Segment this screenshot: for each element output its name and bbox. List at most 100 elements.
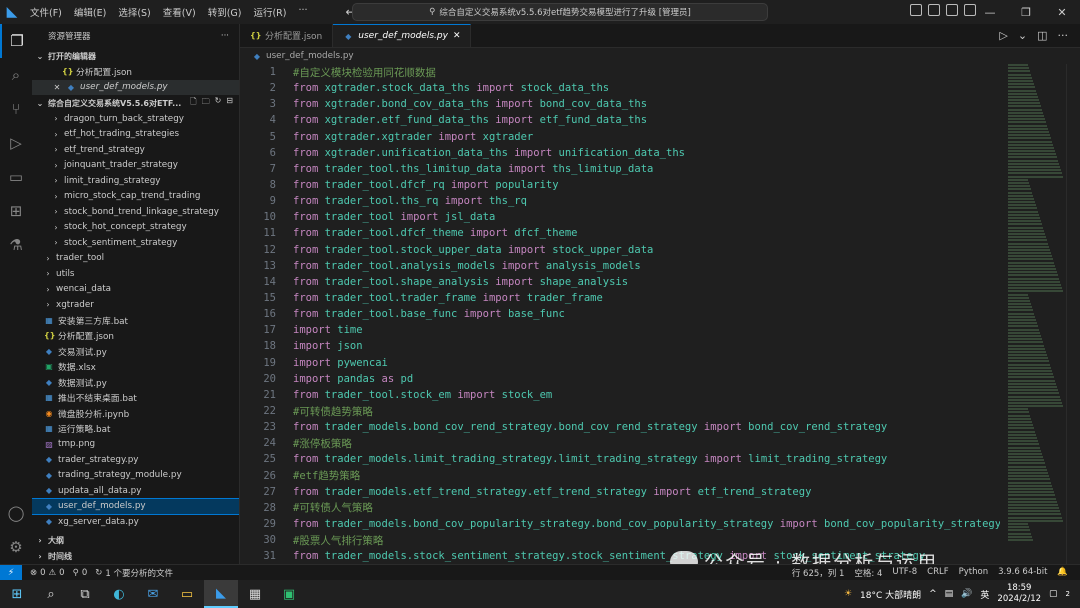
tree-file[interactable]: ◆ trader_strategy.py	[32, 452, 239, 468]
ime-indicator[interactable]: 英	[980, 588, 989, 601]
code-line[interactable]: 28 #可转债人气策略	[240, 500, 1000, 516]
language-mode[interactable]: Python	[959, 567, 988, 579]
minimize-button[interactable]: —	[972, 0, 1008, 24]
menu-edit[interactable]: 编辑(E)	[74, 5, 106, 19]
tree-file[interactable]: ◆ 交易测试.py	[32, 344, 239, 360]
remote-indicator-icon[interactable]: ⚡	[0, 564, 22, 581]
remote-explorer-icon[interactable]: ▭	[0, 160, 32, 194]
tree-folder[interactable]: › stock_bond_trend_linkage_strategy	[32, 204, 239, 220]
menu-go[interactable]: 转到(G)	[208, 5, 242, 19]
code-line[interactable]: 1 #自定义模块检验用同花顺数据	[240, 64, 1000, 80]
cursor-position[interactable]: 行 625，列 1	[792, 567, 845, 579]
menu-file[interactable]: 文件(F)	[30, 5, 62, 19]
code-line[interactable]: 16 from trader_tool.base_func import base…	[240, 306, 1000, 322]
tree-file[interactable]: ◉ 微盘股分析.ipynb	[32, 406, 239, 422]
new-file-icon[interactable]: 🗋	[190, 96, 196, 110]
more-actions-icon[interactable]: ···	[1058, 29, 1069, 42]
code-line[interactable]: 11 from trader_tool.dfcf_theme import dfc…	[240, 225, 1000, 241]
end-of-line[interactable]: CRLF	[927, 567, 948, 579]
tree-folder[interactable]: › trader_tool	[32, 251, 239, 267]
code-line[interactable]: 23 from trader_models.bond_cov_rend_strat…	[240, 419, 1000, 435]
code-line[interactable]: 2 from xgtrader.stock_data_ths import sto…	[240, 80, 1000, 96]
menu-selection[interactable]: 选择(S)	[118, 5, 150, 19]
code-line[interactable]: 24 #涨停板策略	[240, 435, 1000, 451]
tab-user-def-models[interactable]: ◆ user_def_models.py ✕	[333, 24, 472, 47]
testing-icon[interactable]: ⚗	[0, 228, 32, 262]
workspace-folder-section[interactable]: ⌄ 综合自定义交易系统V5.5.6对ETF... 🗋 🗀 ↻ ⊟	[32, 95, 239, 111]
problems-indicator[interactable]: ⊗ 0 ⚠ 0	[30, 568, 65, 578]
tree-file[interactable]: ▦ 运行策略.bat	[32, 421, 239, 437]
code-line[interactable]: 12 from trader_tool.stock_upper_data impo…	[240, 242, 1000, 258]
search-icon[interactable]: ⌕	[34, 580, 68, 608]
breadcrumb-file[interactable]: user_def_models.py	[266, 51, 354, 61]
tree-file[interactable]: ◆ trading_strategy_module.py	[32, 468, 239, 484]
open-editor-item[interactable]: ✕ ◆ user_def_models.py	[32, 79, 239, 95]
tree-folder[interactable]: › dragon_turn_back_strategy	[32, 111, 239, 127]
vscode-taskbar-icon[interactable]: ◣	[204, 580, 238, 608]
code-line[interactable]: 25 from trader_models.limit_trading_strat…	[240, 451, 1000, 467]
minimap[interactable]	[1008, 64, 1064, 564]
menu-view[interactable]: 查看(V)	[163, 5, 196, 19]
maximize-button[interactable]: ❐	[1008, 0, 1044, 24]
tree-folder[interactable]: › etf_trend_strategy	[32, 142, 239, 158]
tree-file[interactable]: ▨ tmp.png	[32, 437, 239, 453]
extensions-icon[interactable]: ⊞	[0, 194, 32, 228]
encoding[interactable]: UTF-8	[892, 567, 917, 579]
windows-start-icon[interactable]: ⊞	[0, 580, 34, 608]
close-icon[interactable]: ✕	[52, 83, 62, 92]
toggle-panel-icon[interactable]	[928, 4, 940, 16]
account-icon[interactable]: ◯	[0, 496, 32, 530]
tree-folder[interactable]: › etf_hot_trading_strategies	[32, 127, 239, 143]
code-line[interactable]: 4 from xgtrader.etf_fund_data_ths import …	[240, 112, 1000, 128]
code-line[interactable]: 5 from xgtrader.xgtrader import xgtrader	[240, 129, 1000, 145]
timeline-section[interactable]: › 时间线	[32, 548, 239, 564]
vertical-scrollbar[interactable]	[1066, 64, 1080, 564]
code-line[interactable]: 26 #etf趋势策略	[240, 468, 1000, 484]
tab-analysis-config[interactable]: {} 分析配置.json	[240, 24, 334, 47]
volume-icon[interactable]: 🔊	[961, 589, 972, 599]
mail-icon[interactable]: ✉	[136, 580, 170, 608]
tree-folder[interactable]: › wencai_data	[32, 282, 239, 298]
show-hidden-icons-icon[interactable]: ^	[929, 589, 937, 599]
tree-file[interactable]: ◆ 数据测试.py	[32, 375, 239, 391]
tree-file[interactable]: ◆ updata_all_data.py	[32, 483, 239, 499]
code-line[interactable]: 18 import json	[240, 338, 1000, 354]
analysis-indicator[interactable]: ↻ 1 个要分析的文件	[95, 567, 173, 579]
run-python-file-icon[interactable]: ▷	[999, 29, 1007, 42]
code-line[interactable]: 20 import pandas as pd	[240, 371, 1000, 387]
menu-more[interactable]: ···	[298, 5, 307, 19]
code-line[interactable]: 10 from trader_tool import jsl_data	[240, 209, 1000, 225]
code-line[interactable]: 17 import time	[240, 322, 1000, 338]
ports-indicator[interactable]: ⚲ 0	[73, 568, 88, 578]
tree-folder[interactable]: › stock_sentiment_strategy	[32, 235, 239, 251]
command-center-search[interactable]: ⚲ 综合自定义交易系统v5.5.6对etf趋势交易模型进行了升级 [管理员]	[352, 3, 768, 21]
refresh-icon[interactable]: ↻	[215, 96, 222, 110]
edge-browser-icon[interactable]: ◐	[102, 580, 136, 608]
close-icon[interactable]: ✕	[453, 31, 461, 41]
source-control-icon[interactable]: ⑂	[0, 92, 32, 126]
split-editor-icon[interactable]: ◫	[1037, 29, 1047, 42]
tree-folder[interactable]: › joinquant_trader_strategy	[32, 158, 239, 174]
menu-run[interactable]: 运行(R)	[253, 5, 286, 19]
tree-folder[interactable]: › stock_hot_concept_strategy	[32, 220, 239, 236]
code-line[interactable]: 29 from trader_models.bond_cov_popularity…	[240, 516, 1000, 532]
run-dropdown-chevron-icon[interactable]: ⌄	[1018, 29, 1027, 42]
network-icon[interactable]: ▤	[945, 589, 954, 599]
code-line[interactable]: 15 from trader_tool.trader_frame import t…	[240, 290, 1000, 306]
tree-file[interactable]: {} 分析配置.json	[32, 328, 239, 344]
tree-folder[interactable]: › utils	[32, 266, 239, 282]
tree-folder[interactable]: › limit_trading_strategy	[32, 173, 239, 189]
tree-file[interactable]: ▦ 推出不结束桌面.bat	[32, 390, 239, 406]
tree-folder[interactable]: › xgtrader	[32, 297, 239, 313]
code-line[interactable]: 8 from trader_tool.dfcf_rq import popular…	[240, 177, 1000, 193]
code-editor[interactable]: 1 #自定义模块检验用同花顺数据 2 from xgtrader.stock_data…	[240, 64, 1000, 564]
outline-section[interactable]: › 大纲	[32, 532, 239, 548]
new-folder-icon[interactable]: 🗀	[202, 96, 210, 110]
collapse-all-icon[interactable]: ⊟	[226, 96, 233, 110]
tree-file[interactable]: ◆ user_def_models.py	[32, 497, 239, 515]
manage-gear-icon[interactable]: ⚙	[0, 530, 32, 564]
code-line[interactable]: 21 from trader_tool.stock_em import stock…	[240, 387, 1000, 403]
task-view-icon[interactable]: ⧉	[68, 580, 102, 608]
search-icon[interactable]: ⌕	[0, 58, 32, 92]
code-line[interactable]: 19 import pywencai	[240, 355, 1000, 371]
